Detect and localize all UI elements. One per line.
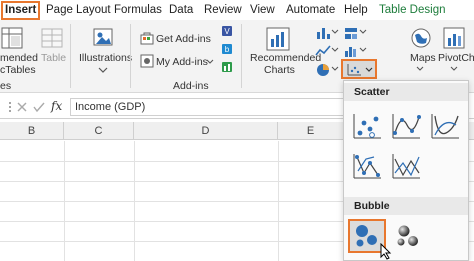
group-divider — [70, 24, 71, 88]
store-icon[interactable] — [140, 31, 154, 45]
bubble-heading: Bubble — [344, 197, 468, 215]
scatter-option[interactable] — [350, 111, 384, 141]
illustrations-icon[interactable] — [91, 26, 115, 50]
my-addins-icon[interactable] — [140, 54, 154, 68]
tab-data[interactable]: Data — [169, 3, 193, 18]
column-header-c[interactable]: C — [64, 122, 134, 140]
scatter-straight-markers-icon — [353, 154, 381, 179]
chevron-down-icon — [359, 47, 367, 52]
formula-input[interactable]: Income (GDP) — [70, 98, 350, 116]
column-header-d[interactable]: D — [134, 122, 278, 140]
tab-table-design[interactable]: Table Design — [379, 3, 445, 18]
bubble-3d-option[interactable] — [391, 221, 425, 251]
line-chart-icon[interactable] — [315, 44, 331, 58]
scatter-chart-dropdown: Scatter Bubble — [343, 80, 469, 261]
tab-automate[interactable]: Automate — [286, 3, 335, 18]
people-graph-icon[interactable] — [221, 61, 233, 73]
tab-insert[interactable]: Insert — [1, 1, 41, 20]
insert-function-button[interactable]: fx — [51, 100, 62, 112]
chevron-down-icon — [98, 67, 108, 73]
cancel-icon[interactable] — [16, 101, 28, 113]
chevron-down-icon — [331, 47, 339, 52]
column-header-b[interactable]: B — [0, 122, 64, 140]
scatter-smooth-markers-icon — [392, 114, 421, 139]
scatter-smooth-markers-option[interactable] — [389, 111, 423, 141]
svg-text:V: V — [224, 27, 230, 36]
scatter-straight-lines-icon — [392, 154, 420, 179]
recommended-charts-label-line2[interactable]: Charts — [264, 64, 295, 76]
column-chart-icon[interactable] — [315, 26, 331, 40]
scatter-smooth-lines-icon — [431, 114, 459, 139]
tab-formulas[interactable]: Formulas — [114, 3, 162, 18]
visio-icon[interactable]: V — [221, 25, 233, 37]
tab-review[interactable]: Review — [204, 3, 242, 18]
group-divider — [130, 24, 131, 88]
scatter-straight-lines-option[interactable] — [389, 151, 423, 181]
mouse-cursor-icon — [380, 243, 392, 260]
chevron-down-icon — [365, 67, 373, 72]
table-icon[interactable] — [40, 26, 64, 50]
hierarchy-chart-icon[interactable] — [343, 26, 359, 40]
pie-chart-icon[interactable] — [315, 63, 331, 77]
group-divider — [241, 24, 242, 88]
recommended-charts-icon[interactable] — [265, 26, 291, 52]
statistic-chart-icon[interactable] — [343, 44, 359, 58]
ribbon-tab-bar: Insert Page Layout Formulas Data Review … — [0, 0, 474, 20]
tab-view[interactable]: View — [250, 3, 275, 18]
bubble-3d-chart-icon — [397, 225, 418, 246]
scatter-chart-icon — [347, 64, 361, 76]
enter-check-icon[interactable] — [32, 101, 46, 113]
more-options-icon[interactable] — [6, 101, 14, 113]
svg-text:b: b — [225, 45, 230, 54]
formula-content: Income (GDP) — [75, 101, 146, 113]
maps-icon[interactable] — [409, 26, 433, 50]
maps-label[interactable]: Maps — [410, 52, 436, 64]
chevron-down-icon — [206, 59, 214, 64]
my-addins-button[interactable]: My Add-ins — [156, 56, 208, 68]
chevron-down-icon — [416, 66, 424, 71]
pivotchart-icon[interactable] — [442, 26, 468, 50]
chevron-down-icon — [331, 29, 339, 34]
tables-group-label: es — [0, 80, 12, 92]
recommended-pivottables-label-line2[interactable]: cTables — [0, 64, 36, 76]
recommended-charts-label[interactable]: Recommended — [250, 52, 321, 64]
pivotchart-label[interactable]: PivotCha — [438, 52, 474, 64]
chevron-down-icon — [359, 29, 367, 34]
table-label[interactable]: Table — [41, 52, 66, 64]
scatter-smooth-lines-option[interactable] — [428, 111, 462, 141]
chevron-down-icon — [331, 66, 339, 71]
column-header-e[interactable]: E — [278, 122, 344, 140]
scatter-markers-icon — [353, 114, 381, 139]
addins-group-label: Add-ins — [173, 80, 209, 92]
scatter-straight-markers-option[interactable] — [350, 151, 384, 181]
recommended-pivottables-icon[interactable] — [0, 26, 26, 50]
illustrations-label[interactable]: Illustrations — [79, 52, 132, 64]
bubble-chart-icon — [356, 225, 377, 247]
scatter-heading: Scatter — [344, 83, 468, 101]
recommended-pivottables-label[interactable]: mended — [0, 52, 38, 64]
tab-page-layout[interactable]: Page Layout — [46, 3, 111, 18]
chevron-down-icon — [450, 66, 458, 71]
get-addins-button[interactable]: Get Add-ins — [156, 33, 211, 45]
scatter-chart-button[interactable] — [341, 59, 377, 79]
tab-help[interactable]: Help — [344, 3, 368, 18]
bing-icon[interactable]: b — [221, 43, 233, 55]
